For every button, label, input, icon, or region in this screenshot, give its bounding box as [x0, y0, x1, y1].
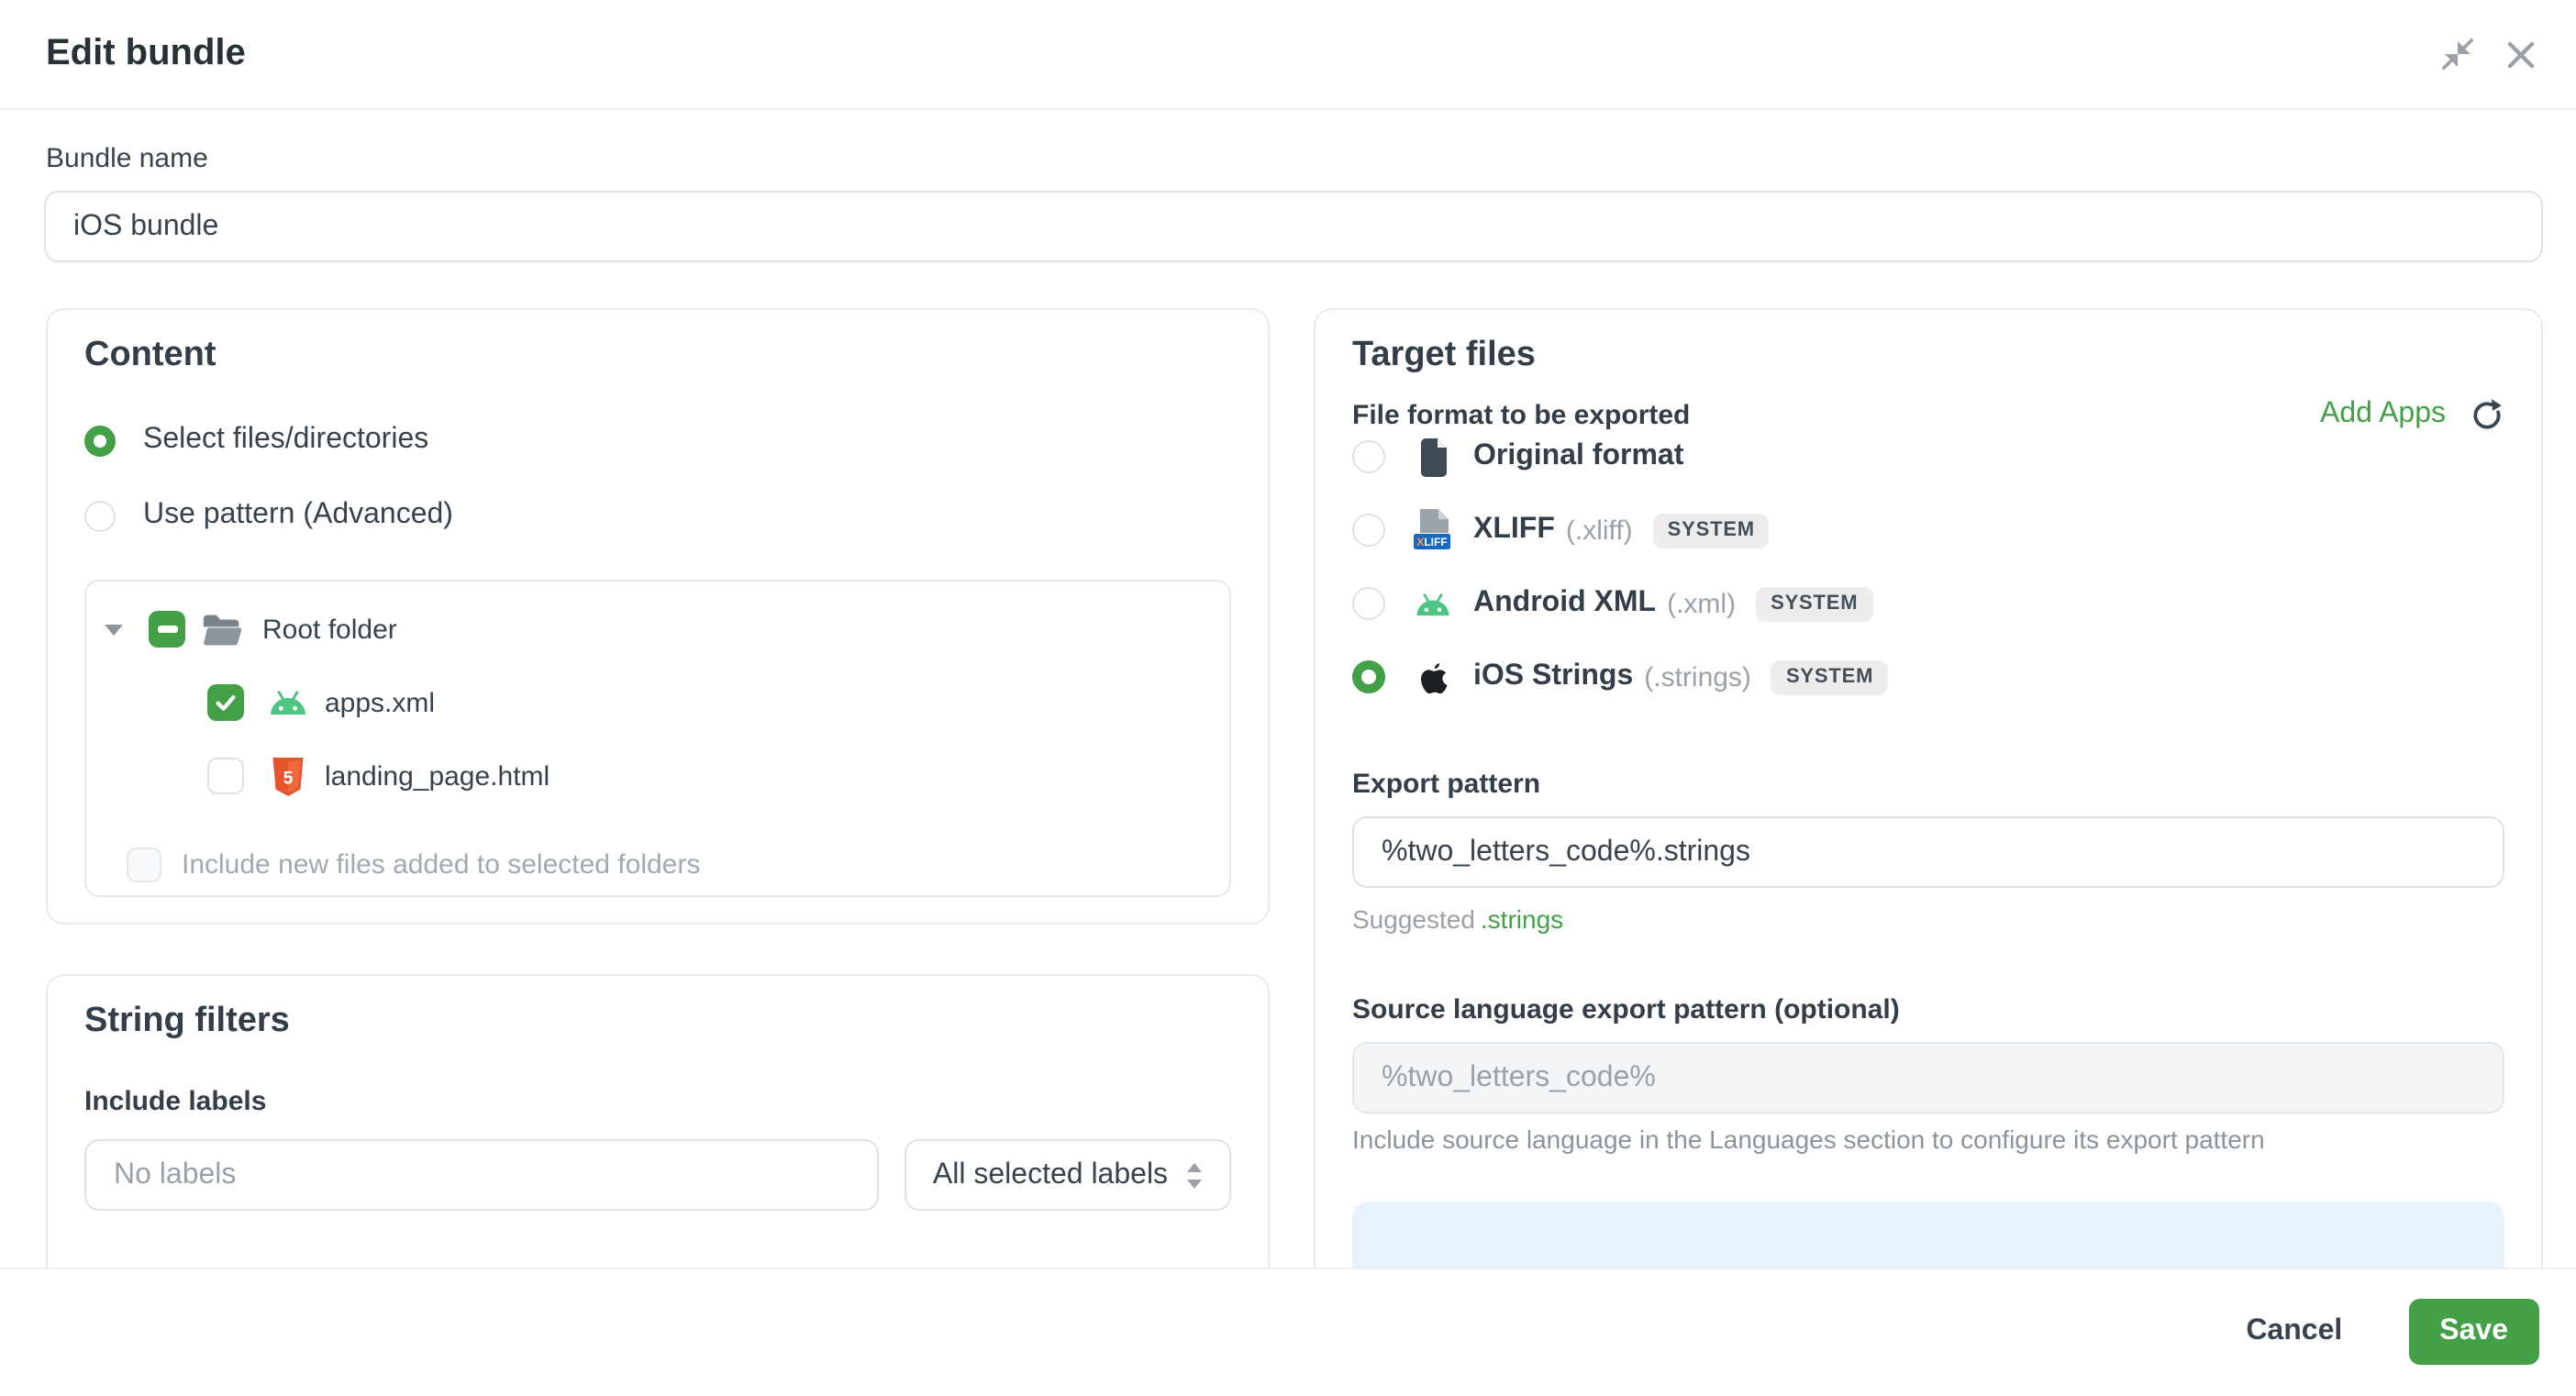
- save-button[interactable]: Save: [2408, 1299, 2539, 1365]
- indeterminate-dash-icon: [157, 626, 177, 632]
- tree-label-apps-xml[interactable]: apps.xml: [325, 687, 435, 718]
- apps-xml-checkbox[interactable]: [207, 684, 244, 721]
- format-row-original[interactable]: Original format: [1352, 435, 2504, 479]
- android-icon: [1409, 592, 1457, 615]
- suggested-prefix: Suggested: [1352, 904, 1475, 934]
- tree-row-landing-page[interactable]: 5 landing_page.html: [105, 752, 1211, 800]
- include-new-files-checkbox[interactable]: [127, 848, 161, 882]
- radio-select-files[interactable]: Select files/directories: [84, 420, 1231, 460]
- file-icon: [1409, 438, 1457, 476]
- sort-arrows-icon: [1184, 1162, 1203, 1188]
- radio-unselected-icon[interactable]: [84, 500, 116, 531]
- file-tree: Root folder apps.xml: [84, 580, 1231, 897]
- source-pattern-label: Source language export pattern (optional…: [1352, 994, 2504, 1025]
- labels-mode-select[interactable]: All selected labels: [905, 1139, 1231, 1211]
- svg-text:5: 5: [283, 769, 294, 788]
- landing-page-checkbox[interactable]: [207, 758, 244, 794]
- format-ext: (.xml): [1667, 588, 1736, 619]
- bundle-name-label: Bundle name: [46, 143, 208, 174]
- file-format-header: File format to be exported Add Apps: [1352, 394, 2504, 435]
- string-filters-card: String filters Include labels All select…: [46, 974, 1270, 1268]
- info-box: [1352, 1202, 2504, 1268]
- labels-input[interactable]: [84, 1139, 879, 1211]
- apple-icon: [1409, 659, 1457, 694]
- svg-text:XLIFF: XLIFF: [1416, 536, 1447, 548]
- bundle-name-input[interactable]: [44, 191, 2543, 262]
- radio-unselected-icon[interactable]: [1352, 587, 1385, 620]
- include-new-files-label: Include new files added to selected fold…: [182, 849, 700, 881]
- system-badge: SYSTEM: [1756, 586, 1872, 621]
- export-pattern-input[interactable]: [1352, 816, 2504, 888]
- content-card: Content Select files/directories Use pat…: [46, 308, 1270, 925]
- include-new-files-row[interactable]: Include new files added to selected fold…: [105, 848, 1211, 882]
- cancel-button[interactable]: Cancel: [2235, 1313, 2353, 1350]
- modal-title: Edit bundle: [46, 33, 2438, 75]
- export-pattern-label: Export pattern: [1352, 769, 2504, 800]
- target-files-card: Target files File format to be exported …: [1314, 308, 2543, 1268]
- labels-mode-value: All selected labels: [933, 1158, 1168, 1191]
- header-actions: [2438, 35, 2539, 73]
- system-badge: SYSTEM: [1771, 659, 1888, 694]
- tree-label-landing-page[interactable]: landing_page.html: [325, 760, 550, 792]
- caret-down-icon[interactable]: [105, 623, 123, 636]
- format-name: iOS Strings: [1473, 660, 1633, 693]
- tree-row-apps-xml[interactable]: apps.xml: [105, 679, 1211, 726]
- format-ext: (.strings): [1644, 661, 1751, 692]
- suggested-strings-link[interactable]: .strings: [1481, 904, 1563, 934]
- folder-icon: [200, 612, 244, 647]
- add-apps-link[interactable]: Add Apps: [2320, 398, 2446, 431]
- format-name: XLIFF: [1473, 514, 1555, 547]
- source-pattern-input: [1352, 1042, 2504, 1113]
- radio-label: Use pattern (Advanced): [143, 499, 453, 532]
- radio-selected-icon[interactable]: [1352, 660, 1385, 693]
- format-name: Original format: [1473, 440, 1683, 473]
- format-row-xliff[interactable]: XLIFF XLIFF (.xliff) SYSTEM: [1352, 508, 2504, 552]
- edit-bundle-modal: Edit bundle Bundle name Content Select f…: [0, 0, 2576, 1396]
- string-filters-heading: String filters: [84, 1002, 1231, 1042]
- refresh-icon[interactable]: [2470, 397, 2504, 432]
- format-name: Android XML: [1473, 587, 1656, 620]
- radio-use-pattern[interactable]: Use pattern (Advanced): [84, 495, 1231, 536]
- file-format-label: File format to be exported: [1352, 399, 1690, 430]
- format-ext: (.xliff): [1566, 515, 1633, 546]
- source-pattern-helper: Include source language in the Languages…: [1352, 1125, 2504, 1154]
- format-row-android-xml[interactable]: Android XML (.xml) SYSTEM: [1352, 582, 2504, 626]
- include-labels-row: All selected labels: [84, 1139, 1231, 1211]
- xliff-icon: XLIFF: [1409, 508, 1457, 552]
- tree-row-root[interactable]: Root folder: [105, 605, 1211, 653]
- modal-body: Bundle name Content Select files/directo…: [0, 110, 2576, 1268]
- radio-unselected-icon[interactable]: [1352, 514, 1385, 547]
- include-labels-label: Include labels: [84, 1086, 1231, 1117]
- radio-selected-icon[interactable]: [84, 425, 116, 456]
- radio-unselected-icon[interactable]: [1352, 440, 1385, 473]
- android-icon: [266, 690, 310, 715]
- format-row-ios-strings[interactable]: iOS Strings (.strings) SYSTEM: [1352, 655, 2504, 699]
- system-badge: SYSTEM: [1653, 513, 1770, 548]
- content-heading: Content: [84, 336, 1231, 376]
- tree-label-root[interactable]: Root folder: [262, 614, 397, 645]
- radio-label: Select files/directories: [143, 424, 428, 457]
- collapse-icon[interactable]: [2438, 35, 2477, 73]
- root-folder-checkbox[interactable]: [149, 611, 185, 648]
- modal-header: Edit bundle: [0, 0, 2576, 110]
- html5-icon: 5: [266, 757, 310, 795]
- target-files-heading: Target files: [1352, 336, 2504, 376]
- modal-footer: Cancel Save: [0, 1268, 2576, 1394]
- suggested-row: Suggested.strings: [1352, 904, 2504, 934]
- close-icon[interactable]: [2503, 36, 2539, 72]
